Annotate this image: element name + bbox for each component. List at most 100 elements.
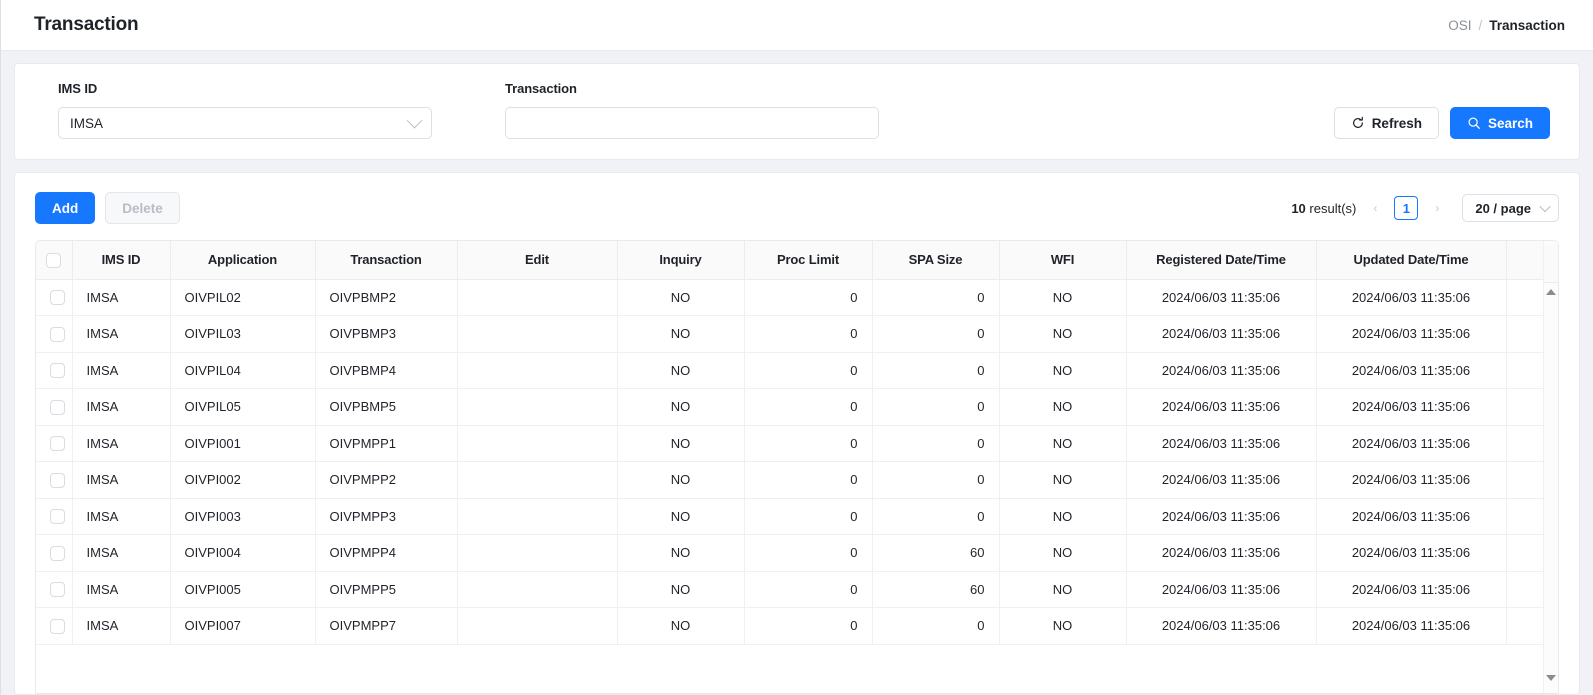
search-panel: IMS ID IMSA Transaction Refresh <box>14 63 1580 160</box>
cell-registered: 2024/06/03 11:35:06 <box>1126 316 1316 353</box>
scrollbar-track[interactable] <box>1544 283 1558 689</box>
row-checkbox[interactable] <box>50 290 65 305</box>
table-row[interactable]: IMSAOIVPIL05OIVPBMP5NO00NO2024/06/03 11:… <box>36 389 1543 426</box>
row-select-cell <box>36 425 72 462</box>
breadcrumb-current: Transaction <box>1489 18 1565 33</box>
table-row[interactable]: IMSAOIVPI005OIVPMPP5NO060NO2024/06/03 11… <box>36 571 1543 608</box>
column-header-transaction: Transaction <box>315 241 457 279</box>
refresh-icon <box>1351 116 1365 130</box>
result-count-number: 10 <box>1291 201 1305 216</box>
cell-transaction[interactable]: OIVPBMP3 <box>315 316 457 353</box>
cell-inquiry: NO <box>617 498 744 535</box>
result-count: 10 result(s) <box>1291 201 1356 216</box>
column-header-proc_limit: Proc Limit <box>744 241 872 279</box>
cell-wfi: NO <box>999 608 1126 645</box>
cell-application: OIVPI001 <box>170 425 315 462</box>
transaction-input[interactable] <box>505 107 879 139</box>
transaction-page: Transaction OSI / Transaction IMS ID IMS… <box>0 0 1593 695</box>
cell-transaction[interactable]: OIVPMPP3 <box>315 498 457 535</box>
row-checkbox[interactable] <box>50 327 65 342</box>
cell-transaction[interactable]: OIVPMPP5 <box>315 571 457 608</box>
table-row[interactable]: IMSAOIVPI003OIVPMPP3NO00NO2024/06/03 11:… <box>36 498 1543 535</box>
cell-inquiry: NO <box>617 462 744 499</box>
cell-inquiry: NO <box>617 425 744 462</box>
data-grid: IMS IDApplicationTransactionEditInquiryP… <box>35 240 1559 694</box>
add-button[interactable]: Add <box>35 192 95 224</box>
cell-application: OIVPI007 <box>170 608 315 645</box>
delete-button: Delete <box>105 192 180 224</box>
table-row[interactable]: IMSAOIVPIL03OIVPBMP3NO00NO2024/06/03 11:… <box>36 316 1543 353</box>
cell-updated: 2024/06/03 11:35:06 <box>1316 389 1506 426</box>
pagination-prev-button[interactable]: ‹ <box>1365 196 1385 220</box>
cell-application: OIVPI003 <box>170 498 315 535</box>
cell-updated: 2024/06/03 11:35:06 <box>1316 316 1506 353</box>
row-checkbox[interactable] <box>50 546 65 561</box>
scroll-down-arrow-icon[interactable] <box>1546 675 1556 681</box>
table-toolbar: Add Delete 10 result(s) ‹ 1 › 20 / page <box>35 192 1559 224</box>
row-select-cell <box>36 571 72 608</box>
cell-wfi: NO <box>999 571 1126 608</box>
column-header-application: Application <box>170 241 315 279</box>
breadcrumb-root[interactable]: OSI <box>1448 18 1471 33</box>
cell-inquiry: NO <box>617 608 744 645</box>
cell-transaction[interactable]: OIVPMPP1 <box>315 425 457 462</box>
row-checkbox[interactable] <box>50 509 65 524</box>
table-row[interactable]: IMSAOIVPIL02OIVPBMP2NO00NO2024/06/03 11:… <box>36 279 1543 316</box>
cell-transaction[interactable]: OIVPBMP5 <box>315 389 457 426</box>
cell-proc_limit: 0 <box>744 535 872 572</box>
page-size-value: 20 / page <box>1475 201 1531 216</box>
row-checkbox[interactable] <box>50 363 65 378</box>
column-header-registered: Registered Date/Time <box>1126 241 1316 279</box>
scroll-up-arrow-icon[interactable] <box>1546 289 1556 295</box>
pagination-page-1[interactable]: 1 <box>1394 196 1418 220</box>
row-checkbox[interactable] <box>50 473 65 488</box>
cell-registered: 2024/06/03 11:35:06 <box>1126 571 1316 608</box>
cell-ims_id: IMSA <box>72 352 170 389</box>
table-row[interactable]: IMSAOIVPIL04OIVPBMP4NO00NO2024/06/03 11:… <box>36 352 1543 389</box>
cell-wfi: NO <box>999 316 1126 353</box>
cell-ims_id: IMSA <box>72 498 170 535</box>
column-header-ims_id: IMS ID <box>72 241 170 279</box>
cell-transaction[interactable]: OIVPBMP4 <box>315 352 457 389</box>
cell-spacer <box>1506 498 1543 535</box>
table-row[interactable]: IMSAOIVPI001OIVPMPP1NO00NO2024/06/03 11:… <box>36 425 1543 462</box>
refresh-button[interactable]: Refresh <box>1334 107 1439 139</box>
ims-id-select[interactable]: IMSA <box>58 107 432 139</box>
row-checkbox[interactable] <box>50 400 65 415</box>
select-all-checkbox[interactable] <box>46 253 61 268</box>
result-count-suffix: result(s) <box>1306 201 1357 216</box>
page-size-select[interactable]: 20 / page <box>1462 194 1559 222</box>
transaction-table: IMS IDApplicationTransactionEditInquiryP… <box>36 241 1543 645</box>
column-header-wfi: WFI <box>999 241 1126 279</box>
cell-registered: 2024/06/03 11:35:06 <box>1126 425 1316 462</box>
row-checkbox[interactable] <box>50 619 65 634</box>
page-header: Transaction OSI / Transaction <box>1 0 1593 51</box>
row-checkbox[interactable] <box>50 582 65 597</box>
cell-transaction[interactable]: OIVPBMP2 <box>315 279 457 316</box>
cell-application: OIVPI004 <box>170 535 315 572</box>
table-row[interactable]: IMSAOIVPI004OIVPMPP4NO060NO2024/06/03 11… <box>36 535 1543 572</box>
table-row[interactable]: IMSAOIVPI007OIVPMPP7NO00NO2024/06/03 11:… <box>36 608 1543 645</box>
cell-proc_limit: 0 <box>744 571 872 608</box>
cell-spa_size: 60 <box>872 535 999 572</box>
cell-registered: 2024/06/03 11:35:06 <box>1126 389 1316 426</box>
row-select-cell <box>36 498 72 535</box>
cell-transaction[interactable]: OIVPMPP4 <box>315 535 457 572</box>
search-button[interactable]: Search <box>1450 107 1550 139</box>
cell-proc_limit: 0 <box>744 425 872 462</box>
cell-transaction[interactable]: OIVPMPP7 <box>315 608 457 645</box>
cell-edit <box>457 535 617 572</box>
row-checkbox[interactable] <box>50 436 65 451</box>
cell-wfi: NO <box>999 535 1126 572</box>
cell-application: OIVPIL03 <box>170 316 315 353</box>
column-header-edit: Edit <box>457 241 617 279</box>
table-row[interactable]: IMSAOIVPI002OIVPMPP2NO00NO2024/06/03 11:… <box>36 462 1543 499</box>
table-vertical-scrollbar[interactable] <box>1543 241 1558 693</box>
cell-proc_limit: 0 <box>744 352 872 389</box>
select-all-header <box>36 241 72 279</box>
pagination-next-button[interactable]: › <box>1427 196 1447 220</box>
cell-spa_size: 60 <box>872 571 999 608</box>
cell-edit <box>457 316 617 353</box>
cell-transaction[interactable]: OIVPMPP2 <box>315 462 457 499</box>
column-header-spa_size: SPA Size <box>872 241 999 279</box>
